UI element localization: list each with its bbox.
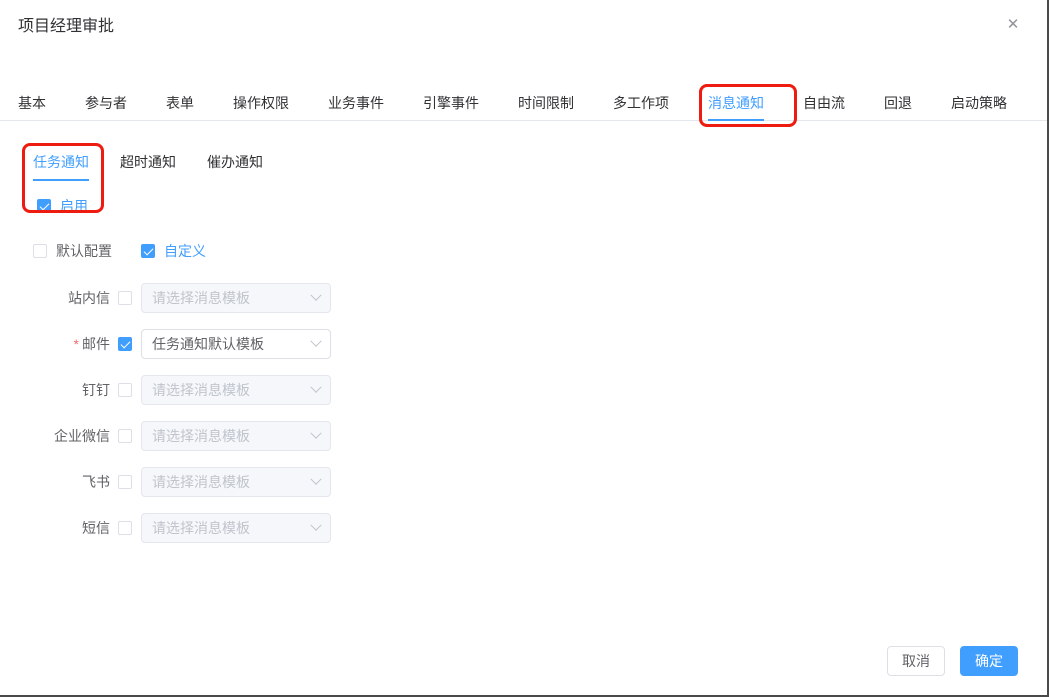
- dingtalk-label: 钉钉: [0, 380, 110, 400]
- wechat-work-template-select: 请选择消息模板: [141, 421, 331, 451]
- feishu-checkbox[interactable]: [118, 475, 132, 489]
- email-template-select[interactable]: 任务通知默认模板: [141, 329, 331, 359]
- select-placeholder: 请选择消息模板: [152, 518, 312, 538]
- chevron-down-icon: [310, 474, 321, 485]
- email-checkbox[interactable]: [118, 337, 132, 351]
- sms-template-select: 请选择消息模板: [141, 513, 331, 543]
- form-row-wechat-work: 企业微信 请选择消息模板: [0, 421, 1047, 451]
- email-label-text: 邮件: [82, 336, 110, 352]
- dialog-header: 项目经理审批: [0, 0, 1047, 38]
- tab-participants[interactable]: 参与者: [85, 95, 127, 120]
- chevron-down-icon: [310, 520, 321, 531]
- feishu-template-select: 请选择消息模板: [141, 467, 331, 497]
- subtab-timeout-notification[interactable]: 超时通知: [120, 154, 176, 181]
- sms-checkbox[interactable]: [118, 521, 132, 535]
- chevron-down-icon: [310, 428, 321, 439]
- subtab-urge-notification[interactable]: 催办通知: [207, 154, 263, 181]
- cancel-button[interactable]: 取消: [887, 646, 945, 676]
- select-placeholder: 请选择消息模板: [152, 472, 312, 492]
- tab-business-events[interactable]: 业务事件: [328, 95, 384, 120]
- custom-config-label[interactable]: 自定义: [164, 241, 206, 261]
- site-message-checkbox[interactable]: [118, 291, 132, 305]
- approval-dialog: 项目经理审批 ✕ 基本 参与者 表单 操作权限 业务事件 引擎事件 时间限制 多…: [0, 0, 1049, 697]
- select-placeholder: 请选择消息模板: [152, 288, 312, 308]
- tab-engine-events[interactable]: 引擎事件: [423, 95, 479, 120]
- notification-channel-form: 站内信 请选择消息模板 *邮件 任务通知默认模板 钉钉 请选择消息模板: [0, 283, 1047, 543]
- select-placeholder: 请选择消息模板: [152, 380, 312, 400]
- form-row-sms: 短信 请选择消息模板: [0, 513, 1047, 543]
- tab-multi-workitem[interactable]: 多工作项: [613, 95, 669, 120]
- notification-subtabs: 任务通知 超时通知 催办通知: [15, 154, 1047, 181]
- select-value: 任务通知默认模板: [152, 334, 312, 354]
- custom-config-checkbox[interactable]: [141, 244, 155, 258]
- wechat-work-label: 企业微信: [0, 426, 110, 446]
- form-row-email: *邮件 任务通知默认模板: [0, 329, 1047, 359]
- form-row-dingtalk: 钉钉 请选择消息模板: [0, 375, 1047, 405]
- tab-free-flow[interactable]: 自由流: [803, 95, 845, 120]
- confirm-button[interactable]: 确定: [960, 646, 1018, 676]
- wechat-work-checkbox[interactable]: [118, 429, 132, 443]
- enable-checkbox[interactable]: [37, 199, 51, 213]
- tab-time-limit[interactable]: 时间限制: [518, 95, 574, 120]
- dialog-title: 项目经理审批: [18, 16, 1029, 38]
- tab-start-strategy[interactable]: 启动策略: [951, 95, 1007, 120]
- dingtalk-checkbox[interactable]: [118, 383, 132, 397]
- subtab-task-notification[interactable]: 任务通知: [33, 154, 89, 181]
- form-row-feishu: 飞书 请选择消息模板: [0, 467, 1047, 497]
- site-message-template-select: 请选择消息模板: [141, 283, 331, 313]
- dialog-footer: 取消 确定: [887, 646, 1018, 676]
- feishu-label: 飞书: [0, 472, 110, 492]
- default-config-checkbox[interactable]: [33, 244, 47, 258]
- tab-rollback[interactable]: 回退: [884, 95, 912, 120]
- chevron-down-icon: [310, 290, 321, 301]
- default-config-label[interactable]: 默认配置: [56, 241, 112, 261]
- tab-operation-permissions[interactable]: 操作权限: [233, 95, 289, 120]
- chevron-down-icon: [310, 382, 321, 393]
- sms-label: 短信: [0, 518, 110, 538]
- email-label: *邮件: [0, 334, 110, 354]
- tab-basic[interactable]: 基本: [18, 95, 46, 120]
- site-message-label: 站内信: [0, 288, 110, 308]
- tab-message-notification[interactable]: 消息通知: [708, 95, 764, 120]
- required-mark: *: [74, 336, 79, 352]
- chevron-down-icon: [310, 336, 321, 347]
- form-row-site-message: 站内信 请选择消息模板: [0, 283, 1047, 313]
- enable-row: 启用: [37, 196, 1047, 216]
- close-icon[interactable]: ✕: [1003, 14, 1023, 34]
- enable-label[interactable]: 启用: [60, 196, 88, 216]
- select-placeholder: 请选择消息模板: [152, 426, 312, 446]
- main-tabs: 基本 参与者 表单 操作权限 业务事件 引擎事件 时间限制 多工作项 消息通知 …: [0, 95, 1047, 121]
- tab-form[interactable]: 表单: [166, 95, 194, 120]
- dingtalk-template-select: 请选择消息模板: [141, 375, 331, 405]
- config-row: 默认配置 自定义: [33, 241, 1047, 261]
